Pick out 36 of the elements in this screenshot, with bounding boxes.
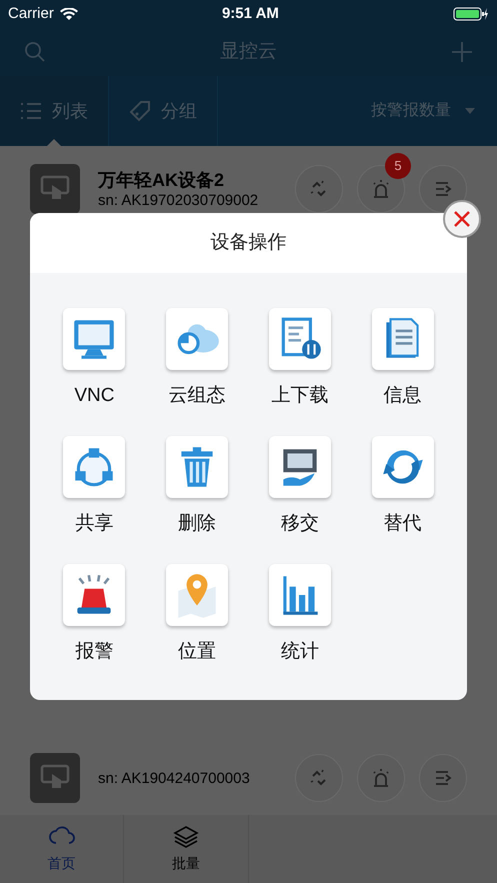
close-button[interactable]: [443, 200, 481, 238]
alarm-button[interactable]: [357, 754, 405, 802]
action-button[interactable]: 共享: [43, 436, 146, 536]
action-button[interactable]: 信息: [351, 308, 454, 408]
tag-icon: [129, 100, 151, 122]
device-serial: sn: AK1904240700003: [98, 768, 251, 788]
device-icon: [30, 164, 80, 214]
more-button[interactable]: [419, 165, 467, 213]
app-title: 显控云: [219, 40, 278, 64]
add-icon[interactable]: [451, 41, 473, 63]
action-button[interactable]: 删除: [146, 436, 248, 536]
action-button[interactable]: 位置: [146, 564, 248, 664]
device-icon: [30, 753, 80, 803]
wifi-icon: [60, 8, 78, 20]
action-button[interactable]: 云组态: [146, 308, 248, 408]
device-name: 万年轻AK设备2: [98, 168, 226, 190]
carrier-label: Carrier: [8, 4, 54, 24]
action-button[interactable]: 统计: [248, 564, 352, 664]
layers-icon: [172, 824, 199, 848]
search-icon[interactable]: [24, 41, 46, 63]
battery-icon: [453, 7, 489, 21]
action-button[interactable]: 上下载: [248, 308, 352, 408]
close-icon: [453, 210, 471, 228]
action-button[interactable]: 移交: [248, 436, 352, 536]
action-button[interactable]: VNC: [43, 308, 146, 408]
device-serial: sn: AK19702030709002: [98, 190, 260, 210]
clock-time: 9:51 AM: [220, 4, 280, 24]
alarm-count-badge: 5: [385, 153, 411, 179]
caret-icon: [465, 108, 475, 114]
link-button[interactable]: [295, 165, 343, 213]
dialog-title: 设备操作: [210, 230, 286, 255]
action-button[interactable]: 报警: [43, 564, 146, 664]
link-button[interactable]: [295, 754, 343, 802]
list-icon: [20, 101, 42, 121]
action-button[interactable]: 替代: [351, 436, 454, 536]
selection-pointer: [47, 139, 61, 146]
